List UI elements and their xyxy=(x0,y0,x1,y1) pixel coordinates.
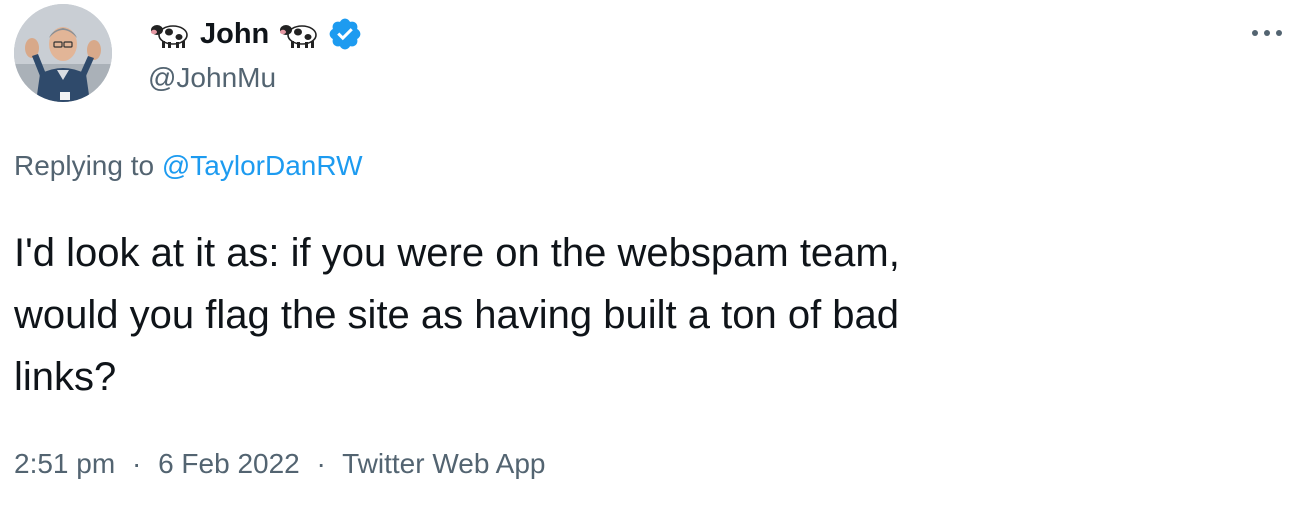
tweet-text-line: I'd look at it as: if you were on the we… xyxy=(14,231,900,275)
more-options-icon xyxy=(1276,30,1282,36)
cow-icon xyxy=(148,18,192,50)
meta-separator: · xyxy=(131,448,142,479)
more-options-icon xyxy=(1264,30,1270,36)
more-options-button[interactable] xyxy=(1244,18,1290,48)
tweet-date-link[interactable]: 6 Feb 2022 xyxy=(158,448,300,479)
verified-badge-icon xyxy=(327,16,363,52)
avatar-photo xyxy=(14,4,112,102)
replying-to-label: Replying to xyxy=(14,150,155,181)
tweet-time-link[interactable]: 2:51 pm xyxy=(14,448,115,479)
author-name-row[interactable]: John xyxy=(148,14,363,54)
replying-to: Replying to @TaylorDanRW xyxy=(14,150,363,182)
replying-to-mention-link[interactable]: @TaylorDanRW xyxy=(162,150,363,181)
cow-icon xyxy=(277,18,321,50)
tweet-text-line: links? xyxy=(14,355,117,399)
tweet-text-line: would you flag the site as having built … xyxy=(14,293,900,337)
tweet-text: I'd look at it as: if you were on the we… xyxy=(14,222,1284,408)
tweet-source-link[interactable]: Twitter Web App xyxy=(342,448,545,479)
avatar[interactable] xyxy=(14,4,112,102)
tweet-meta: 2:51 pm · 6 Feb 2022 · Twitter Web App xyxy=(14,448,545,480)
more-options-icon xyxy=(1252,30,1258,36)
author-display-name[interactable]: John xyxy=(200,18,269,51)
author-handle[interactable]: @JohnMu xyxy=(148,62,276,94)
meta-separator: · xyxy=(316,448,326,479)
